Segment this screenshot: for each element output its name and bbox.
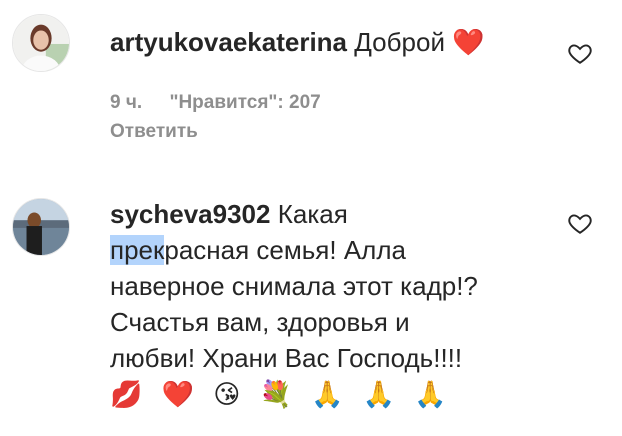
selected-text: прек bbox=[110, 235, 165, 265]
comment-username[interactable]: artyukovaekaterina bbox=[110, 27, 347, 57]
comment-line: sycheva9302 Какая bbox=[110, 196, 478, 232]
comment-line: Счастья вам, здоровья и bbox=[110, 307, 410, 337]
comment-item: artyukovaekaterina Доброй ❤️ 9 ч. "Нрави… bbox=[0, 0, 622, 160]
heart-outline-icon[interactable] bbox=[566, 40, 594, 66]
avatar[interactable] bbox=[12, 198, 70, 256]
comment-likes[interactable]: "Нравится": 207 bbox=[169, 92, 320, 113]
comment-text: sycheva9302 Какая прекрасная семья! Алла… bbox=[110, 196, 478, 412]
comment-emojis: 💋 ❤️ 😘 💐 🙏 🙏 🙏 bbox=[110, 379, 453, 409]
comment-item: sycheva9302 Какая прекрасная семья! Алла… bbox=[0, 186, 622, 426]
comment-body: расная семья! Алла bbox=[164, 235, 406, 265]
comment-body: Доброй ❤️ bbox=[354, 27, 485, 57]
avatar[interactable] bbox=[12, 14, 70, 72]
comment-meta: 9 ч. "Нравится": 207 bbox=[110, 92, 343, 114]
comment-username[interactable]: sycheva9302 bbox=[110, 199, 270, 229]
comment-line: наверное снимала этот кадр!? bbox=[110, 271, 478, 301]
comment-body: Какая bbox=[270, 199, 348, 229]
reply-button[interactable]: Ответить bbox=[110, 121, 198, 143]
comment-line: любви! Храни Вас Господь!!!! bbox=[110, 343, 463, 373]
comment-text: artyukovaekaterina Доброй ❤️ bbox=[110, 24, 485, 60]
comment-time[interactable]: 9 ч. bbox=[110, 92, 142, 113]
comment-line: прекрасная семья! Алла bbox=[110, 232, 478, 268]
heart-outline-icon[interactable] bbox=[566, 210, 594, 236]
